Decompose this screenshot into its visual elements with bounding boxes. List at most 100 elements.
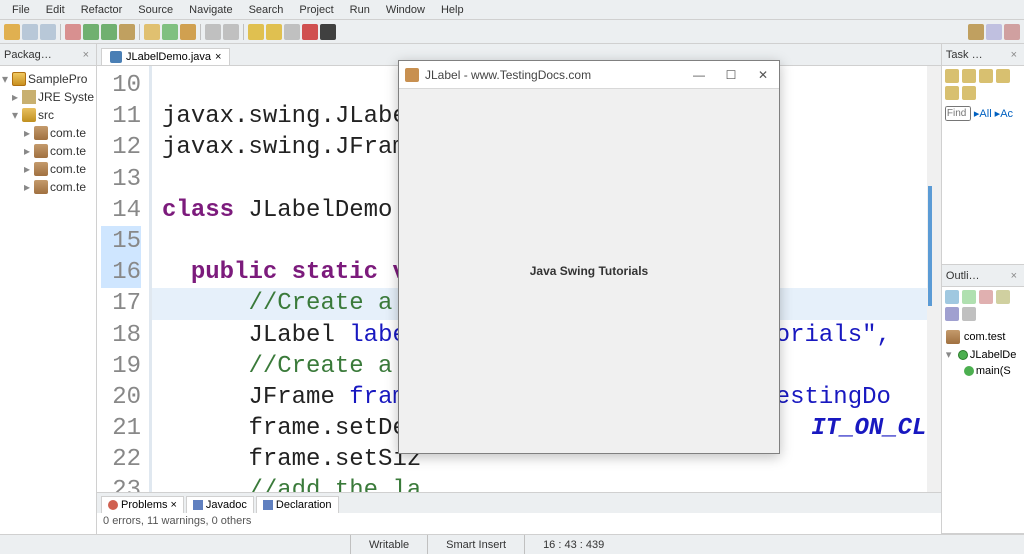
- problems-summary: 0 errors, 11 warnings, 0 others: [97, 513, 941, 529]
- menu-run[interactable]: Run: [342, 2, 378, 18]
- java-file-icon: [110, 51, 122, 63]
- library-icon: [22, 90, 36, 104]
- menu-source[interactable]: Source: [130, 2, 181, 18]
- declaration-icon: [263, 500, 273, 510]
- menu-navigate[interactable]: Navigate: [181, 2, 240, 18]
- close-icon[interactable]: ×: [1008, 49, 1020, 61]
- outline-toolbar: [942, 287, 1024, 324]
- save-icon[interactable]: [22, 24, 38, 40]
- package-explorer-panel: Packag… × ▾SamplePro ▸JRE Syste ▾src ▸co…: [0, 44, 97, 534]
- task-list-title: Task …: [946, 49, 1008, 61]
- tab-declaration[interactable]: Declaration: [256, 496, 339, 513]
- task-find-bar: ▸All ▸Ac: [942, 103, 1024, 124]
- maximize-icon[interactable]: ☐: [721, 68, 741, 82]
- bottom-panel: Problems× Javadoc Declaration 0 errors, …: [97, 492, 941, 534]
- outline-tree: com.test ▾JLabelDe main(S: [942, 324, 1024, 383]
- run-icon[interactable]: [83, 24, 99, 40]
- menu-search[interactable]: Search: [241, 2, 292, 18]
- package-icon: [34, 162, 48, 176]
- package-icon: [34, 126, 48, 140]
- right-panel: Task … × ▸All ▸Ac Outli… ×: [941, 44, 1024, 534]
- task-category-icon[interactable]: [979, 69, 993, 83]
- search-icon[interactable]: [205, 24, 221, 40]
- separator: [243, 24, 244, 40]
- close-icon[interactable]: ✕: [753, 68, 773, 82]
- task-toolbar: [942, 66, 1024, 103]
- class-icon: [958, 350, 968, 360]
- task-focus-icon[interactable]: [962, 86, 976, 100]
- tab-javadoc[interactable]: Javadoc: [186, 496, 254, 513]
- package-node[interactable]: ▸com.te: [2, 160, 94, 178]
- hide-nonpublic-icon[interactable]: [996, 290, 1010, 304]
- separator: [60, 24, 61, 40]
- package-icon: [34, 180, 48, 194]
- forward-icon[interactable]: [266, 24, 282, 40]
- java-window-body: Java Swing Tutorials: [399, 89, 779, 453]
- find-all-link[interactable]: ▸All: [974, 107, 992, 120]
- new-icon[interactable]: [4, 24, 20, 40]
- outline-class[interactable]: ▾JLabelDe: [946, 346, 1020, 363]
- perspective-java-icon[interactable]: [986, 24, 1002, 40]
- menu-refactor[interactable]: Refactor: [73, 2, 131, 18]
- find-input[interactable]: [945, 106, 971, 121]
- annotate-icon[interactable]: [223, 24, 239, 40]
- back-icon[interactable]: [248, 24, 264, 40]
- toolbar-icon[interactable]: [284, 24, 300, 40]
- hide-local-icon[interactable]: [945, 307, 959, 321]
- sort-icon[interactable]: [945, 290, 959, 304]
- find-activate-link[interactable]: ▸Ac: [995, 107, 1013, 120]
- close-icon[interactable]: ×: [80, 49, 92, 61]
- jre-node[interactable]: ▸JRE Syste: [2, 88, 94, 106]
- editor-tab-label: JLabelDemo.java: [126, 51, 211, 63]
- project-node[interactable]: ▾SamplePro: [2, 70, 94, 88]
- perspective-icon[interactable]: [968, 24, 984, 40]
- debug-icon[interactable]: [65, 24, 81, 40]
- status-bar: Writable Smart Insert 16 : 43 : 439: [0, 534, 1024, 554]
- src-folder-node[interactable]: ▾src: [2, 106, 94, 124]
- coverage-icon[interactable]: [101, 24, 117, 40]
- new-class-icon[interactable]: [162, 24, 178, 40]
- save-all-icon[interactable]: [40, 24, 56, 40]
- package-node[interactable]: ▸com.te: [2, 178, 94, 196]
- new-package-icon[interactable]: [144, 24, 160, 40]
- package-node[interactable]: ▸com.te: [2, 142, 94, 160]
- task-collapse-icon[interactable]: [945, 86, 959, 100]
- overview-ruler[interactable]: [927, 66, 941, 492]
- menu-project[interactable]: Project: [291, 2, 341, 18]
- perspective-debug-icon[interactable]: [1004, 24, 1020, 40]
- stop-icon[interactable]: [302, 24, 318, 40]
- separator: [139, 24, 140, 40]
- menu-help[interactable]: Help: [433, 2, 472, 18]
- close-icon[interactable]: ×: [215, 51, 221, 63]
- minimize-icon[interactable]: —: [689, 68, 709, 82]
- outline-method[interactable]: main(S: [946, 363, 1020, 379]
- menu-file[interactable]: File: [4, 2, 38, 18]
- menu-window[interactable]: Window: [378, 2, 433, 18]
- java-cup-icon: [405, 68, 419, 82]
- separator: [200, 24, 201, 40]
- menu-bar: File Edit Refactor Source Navigate Searc…: [0, 0, 1024, 20]
- task-query-icon[interactable]: [962, 69, 976, 83]
- open-type-icon[interactable]: [180, 24, 196, 40]
- menu-edit[interactable]: Edit: [38, 2, 73, 18]
- task-new-icon[interactable]: [945, 69, 959, 83]
- close-icon[interactable]: ×: [170, 499, 176, 511]
- java-app-window[interactable]: JLabel - www.TestingDocs.com — ☐ ✕ Java …: [398, 60, 780, 454]
- close-icon[interactable]: ×: [1008, 270, 1020, 282]
- external-tools-icon[interactable]: [119, 24, 135, 40]
- editor-tab-jlabeldemo[interactable]: JLabelDemo.java ×: [101, 48, 230, 65]
- toolbar-icon[interactable]: [320, 24, 336, 40]
- outline-title: Outli…: [946, 270, 1008, 282]
- package-node[interactable]: ▸com.te: [2, 124, 94, 142]
- hide-static-icon[interactable]: [979, 290, 993, 304]
- java-window-titlebar[interactable]: JLabel - www.TestingDocs.com — ☐ ✕: [399, 61, 779, 89]
- tab-problems[interactable]: Problems×: [101, 496, 184, 513]
- public-method-icon: [964, 366, 974, 376]
- focus-icon[interactable]: [962, 307, 976, 321]
- task-sync-icon[interactable]: [996, 69, 1010, 83]
- source-folder-icon: [22, 108, 36, 122]
- status-writable: Writable: [350, 535, 427, 554]
- outline-package[interactable]: com.test: [946, 328, 1020, 346]
- package-tree: ▾SamplePro ▸JRE Syste ▾src ▸com.te ▸com.…: [0, 66, 96, 200]
- hide-fields-icon[interactable]: [962, 290, 976, 304]
